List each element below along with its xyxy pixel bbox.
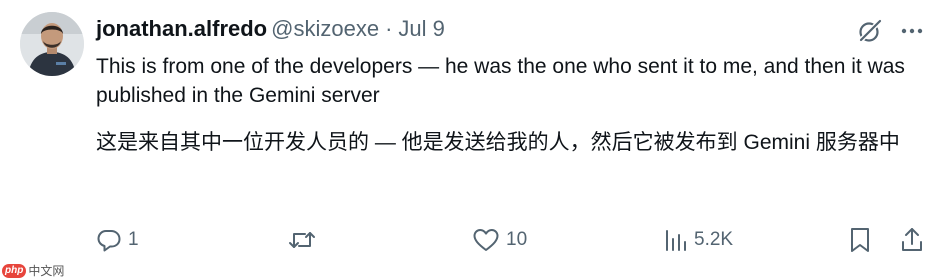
reply-icon (97, 230, 121, 252)
tweet-card: jonathan.alfredo @skizoexe · Jul 9 This is … (0, 0, 936, 280)
views-button[interactable]: 5.2K (664, 224, 733, 256)
view-count: 5.2K (694, 229, 734, 250)
user-handle[interactable]: @skizoexe (271, 16, 379, 41)
more-icon (901, 28, 923, 34)
watermark-text: 中文网 (28, 264, 65, 278)
display-name[interactable]: jonathan.alfredo (96, 16, 267, 41)
heart-icon (473, 229, 499, 251)
tweet-header: jonathan.alfredo @skizoexe · Jul 9 (96, 15, 445, 43)
reply-button[interactable]: 1 (96, 224, 139, 256)
grok-icon (859, 19, 882, 42)
watermark-badge: php (2, 263, 27, 278)
avatar-image (20, 12, 84, 76)
grok-button[interactable] (856, 17, 884, 45)
tweet-actions: 1 10 5.2K (96, 224, 926, 256)
retweet-button[interactable] (288, 224, 322, 256)
retweet-icon (289, 232, 315, 248)
site-watermark: php 中文网 (2, 262, 64, 279)
separator-dot: · (385, 16, 393, 41)
tweet-text-chinese: 这是来自其中一位开发人员的 — 他是发送给我的人，然后它被发布到 Gemini … (96, 131, 900, 154)
tweet-text-english: This is from one of the developers — he … (96, 55, 905, 107)
post-date[interactable]: Jul 9 (398, 16, 444, 41)
more-button[interactable] (898, 17, 926, 45)
share-button[interactable] (900, 224, 924, 256)
avatar[interactable] (20, 12, 84, 76)
bookmark-icon (851, 228, 869, 252)
bookmark-button[interactable] (848, 224, 872, 256)
reply-count: 1 (128, 229, 139, 250)
share-icon (902, 228, 922, 251)
like-button[interactable]: 10 (472, 224, 527, 256)
views-icon (666, 230, 686, 251)
like-count: 10 (506, 229, 528, 250)
